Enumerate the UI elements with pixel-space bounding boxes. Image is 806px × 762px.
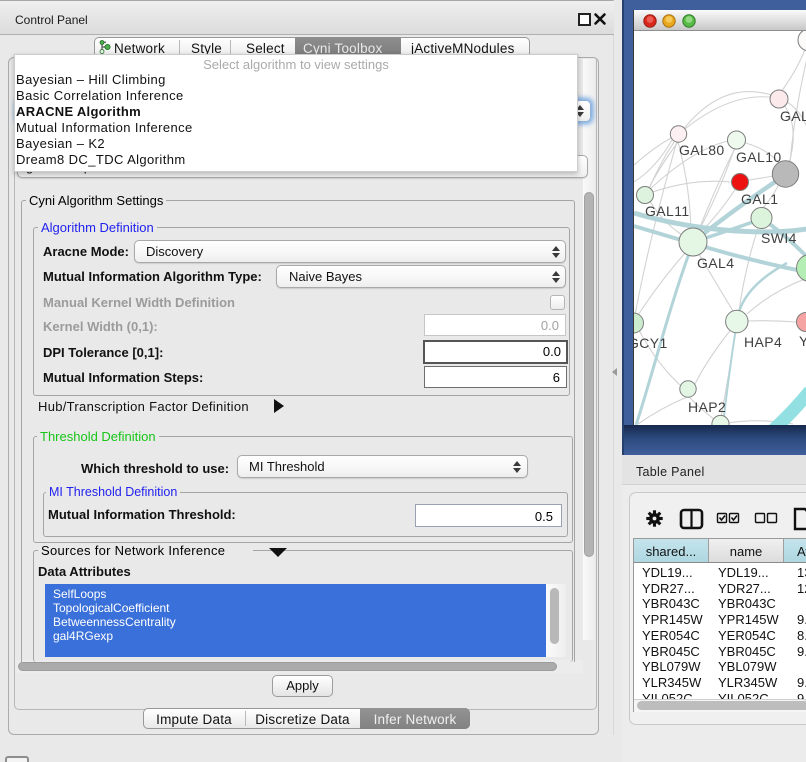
svg-text:GAL11: GAL11 <box>645 203 690 219</box>
svg-text:GAL80: GAL80 <box>679 142 725 158</box>
svg-text:GAL4: GAL4 <box>697 255 734 271</box>
svg-text:GAL1: GAL1 <box>741 191 778 207</box>
svg-text:GAL10: GAL10 <box>736 149 782 165</box>
svg-text:GCY1: GCY1 <box>634 335 668 351</box>
svg-text:YM: YM <box>799 333 806 349</box>
svg-text:SWI4: SWI4 <box>761 230 797 246</box>
svg-text:HAP2: HAP2 <box>688 399 726 415</box>
svg-text:GAL3: GAL3 <box>780 108 806 124</box>
svg-text:HAP4: HAP4 <box>744 334 782 350</box>
